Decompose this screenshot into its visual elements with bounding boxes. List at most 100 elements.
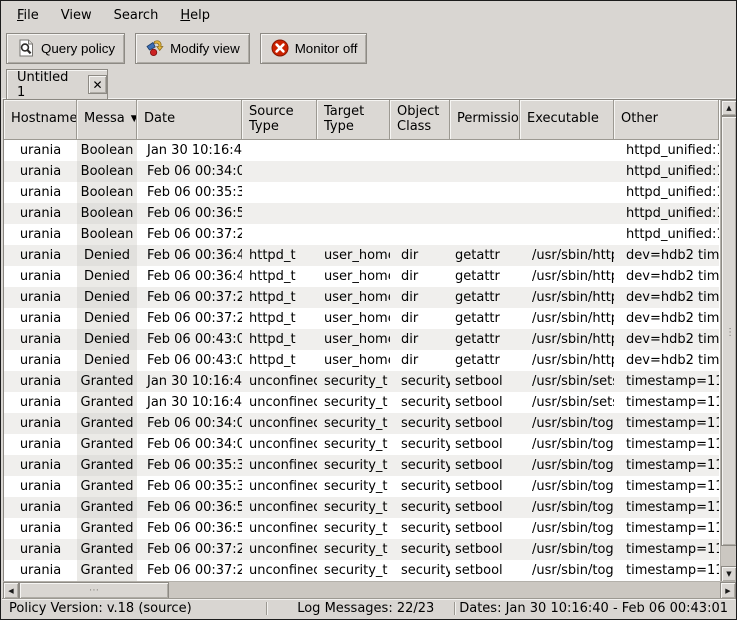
cell-hostname: urania — [4, 245, 77, 266]
cell-other: timestamp=11076 — [614, 518, 719, 539]
cell-source — [242, 203, 317, 224]
cell-permission: setbool — [450, 539, 520, 560]
column-header-hostname[interactable]: Hostname — [4, 100, 77, 140]
cell-executable: /usr/sbin/toggle — [520, 476, 614, 497]
query-policy-label: Query policy — [41, 41, 115, 56]
cell-objclass: security — [390, 434, 450, 455]
cell-target: security_t — [317, 434, 390, 455]
column-header-permission[interactable]: Permission — [450, 100, 520, 140]
table-row[interactable]: uraniaGrantedJan 30 10:16:40unconfined_s… — [4, 371, 719, 392]
cell-other: timestamp=11076 — [614, 413, 719, 434]
cell-objclass: security — [390, 518, 450, 539]
cell-permission: setbool — [450, 455, 520, 476]
column-header-message[interactable]: Messa▼ — [77, 100, 137, 140]
cell-target: security_t — [317, 371, 390, 392]
table-row[interactable]: uraniaDeniedFeb 06 00:43:01httpd_tuser_h… — [4, 329, 719, 350]
column-header-other[interactable]: Other — [614, 100, 719, 140]
cell-date: Feb 06 00:37:25 — [137, 539, 242, 560]
cell-source: unconfined_ — [242, 518, 317, 539]
table-body: uraniaBooleanJan 30 10:16:40httpd_unifie… — [4, 140, 719, 581]
cell-executable: /usr/sbin/toggle — [520, 413, 614, 434]
horizontal-scrollbar[interactable]: ◀ ⋯ ▶ — [3, 581, 736, 598]
cell-date: Feb 06 00:35:35 — [137, 476, 242, 497]
column-header-label: Other — [621, 112, 658, 127]
table-row[interactable]: uraniaGrantedFeb 06 00:36:56unconfined_s… — [4, 497, 719, 518]
cell-source: httpd_t — [242, 329, 317, 350]
vertical-scrollbar-thumb[interactable]: ⋯ — [721, 116, 736, 546]
table-row[interactable]: uraniaGrantedFeb 06 00:34:01unconfined_s… — [4, 434, 719, 455]
cell-objclass: security — [390, 392, 450, 413]
scroll-right-button[interactable]: ▶ — [720, 582, 736, 599]
table-row[interactable]: uraniaBooleanFeb 06 00:36:56httpd_unifie… — [4, 203, 719, 224]
cell-source: httpd_t — [242, 350, 317, 371]
column-header-executable[interactable]: Executable — [520, 100, 614, 140]
column-header-label: Hostname — [11, 112, 77, 127]
monitor-off-button[interactable]: Monitor off — [260, 33, 368, 64]
cell-executable — [520, 182, 614, 203]
table-row[interactable]: uraniaDeniedFeb 06 00:37:27httpd_tuser_h… — [4, 308, 719, 329]
table-row[interactable]: uraniaDeniedFeb 06 00:36:44httpd_tuser_h… — [4, 266, 719, 287]
query-policy-button[interactable]: Query policy — [6, 33, 125, 64]
scroll-left-button[interactable]: ◀ — [3, 582, 19, 599]
table-row[interactable]: uraniaGrantedFeb 06 00:37:25unconfined_s… — [4, 539, 719, 560]
table-row[interactable]: uraniaBooleanFeb 06 00:34:01httpd_unifie… — [4, 161, 719, 182]
table-row[interactable]: uraniaDeniedFeb 06 00:43:01httpd_tuser_h… — [4, 350, 719, 371]
table-row[interactable]: uraniaDeniedFeb 06 00:36:44httpd_tuser_h… — [4, 245, 719, 266]
cell-executable: /usr/sbin/httpd — [520, 308, 614, 329]
table-row[interactable]: uraniaGrantedFeb 06 00:35:35unconfined_s… — [4, 455, 719, 476]
cell-target: security_t — [317, 497, 390, 518]
vertical-scrollbar[interactable]: ▲ ⋯ ▼ — [720, 100, 736, 581]
cell-hostname: urania — [4, 161, 77, 182]
monitor-off-label: Monitor off — [295, 41, 358, 56]
tab-untitled-1[interactable]: Untitled 1 ✕ — [6, 69, 108, 99]
cell-permission: setbool — [450, 518, 520, 539]
cell-hostname: urania — [4, 287, 77, 308]
menu-search[interactable]: Search — [103, 4, 170, 27]
app-window: File View Search Help Query policy — [0, 0, 737, 620]
menu-file[interactable]: File — [6, 4, 50, 27]
table-row[interactable]: uraniaGrantedFeb 06 00:35:35unconfined_s… — [4, 476, 719, 497]
tab-close-button[interactable]: ✕ — [88, 75, 107, 94]
table-row[interactable]: uraniaBooleanFeb 06 00:37:25httpd_unifie… — [4, 224, 719, 245]
cell-executable — [520, 224, 614, 245]
cell-target: user_home_ — [317, 329, 390, 350]
scroll-down-button[interactable]: ▼ — [721, 566, 736, 581]
menu-help[interactable]: Help — [169, 4, 221, 27]
arrow-down-icon: ▼ — [726, 570, 731, 578]
column-header-objclass[interactable]: Object Class — [390, 100, 450, 140]
cell-message: Denied — [77, 329, 137, 350]
menu-view[interactable]: View — [50, 4, 103, 27]
table-row[interactable]: uraniaGrantedFeb 06 00:34:01unconfined_s… — [4, 413, 719, 434]
cell-objclass: dir — [390, 266, 450, 287]
column-header-target[interactable]: Target Type — [317, 100, 390, 140]
cell-permission: getattr — [450, 329, 520, 350]
cell-hostname: urania — [4, 497, 77, 518]
cell-other: timestamp=11071 — [614, 371, 719, 392]
cell-target: user_home_ — [317, 266, 390, 287]
cell-executable: /usr/sbin/toggle — [520, 497, 614, 518]
cell-hostname: urania — [4, 329, 77, 350]
cell-hostname: urania — [4, 476, 77, 497]
scroll-up-button[interactable]: ▲ — [721, 100, 736, 116]
cell-source — [242, 182, 317, 203]
column-header-source[interactable]: Source Type — [242, 100, 317, 140]
cell-other: timestamp=11071 — [614, 392, 719, 413]
cell-message: Granted — [77, 476, 137, 497]
horizontal-scrollbar-thumb[interactable]: ⋯ — [19, 582, 169, 599]
tab-label: Untitled 1 — [17, 70, 80, 100]
column-header-date[interactable]: Date — [137, 100, 242, 140]
statusbar-divider — [266, 602, 268, 615]
table-row[interactable]: uraniaBooleanFeb 06 00:35:35httpd_unifie… — [4, 182, 719, 203]
cell-source — [242, 140, 317, 161]
table-row[interactable]: uraniaGrantedFeb 06 00:37:25unconfined_s… — [4, 560, 719, 581]
column-header-label: Executable — [527, 112, 599, 127]
table-row[interactable]: uraniaGrantedJan 30 10:16:40unconfined_s… — [4, 392, 719, 413]
table-row[interactable]: uraniaBooleanJan 30 10:16:40httpd_unifie… — [4, 140, 719, 161]
cell-date: Feb 06 00:36:44 — [137, 266, 242, 287]
modify-view-button[interactable]: Modify view — [135, 33, 250, 64]
table-row[interactable]: uraniaDeniedFeb 06 00:37:27httpd_tuser_h… — [4, 287, 719, 308]
cell-other: dev=hdb2 timesta — [614, 350, 719, 371]
table-row[interactable]: uraniaGrantedFeb 06 00:36:56unconfined_s… — [4, 518, 719, 539]
cell-target: security_t — [317, 413, 390, 434]
cell-objclass: security — [390, 560, 450, 581]
